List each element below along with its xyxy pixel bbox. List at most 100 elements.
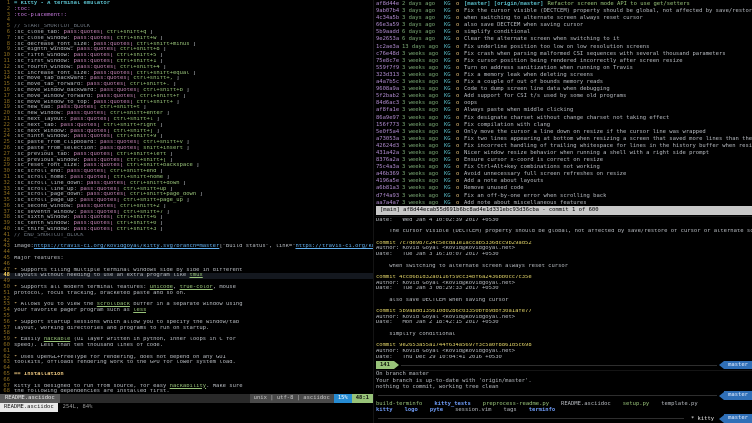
commit-row[interactable]: 9e2653a6 days agoKGoClear the alternate … <box>376 36 752 43</box>
commit-row[interactable]: af8fa1e3 weeks agoKGoAlways paste when m… <box>376 107 752 114</box>
shell-window[interactable]: On branch masterYour branch is up-to-dat… <box>376 370 752 423</box>
commit-row[interactable]: 84d6ac33 weeks agoKGooops <box>376 100 752 107</box>
graph-node-icon: o <box>456 36 464 43</box>
commit-age: 3 weeks ago <box>402 115 444 122</box>
commit-age: 6 days ago <box>402 36 444 43</box>
commit-subject: Fix Ctrl+Alt+key combinations not workin… <box>464 164 600 171</box>
commit-age: 3 weeks ago <box>402 171 444 178</box>
commit-row[interactable]: 4c34a5b3 days agoKGowhen switching to al… <box>376 15 752 22</box>
statusline-fill <box>60 394 250 403</box>
line-text: :toc-placement!: <box>14 13 67 19</box>
commit-subject: Avoid unnecessary full screen refreshes … <box>464 171 626 178</box>
commit-age: 3 weeks ago <box>402 129 444 136</box>
commit-hash: 9608a9a <box>376 86 402 93</box>
prompt-ruler <box>378 395 717 396</box>
commit-row[interactable]: 5b9aadd6 days agoKGosimplify conditional <box>376 29 752 36</box>
commit-row[interactable]: 75e8c7e3 weeks agoKGoFix cursor position… <box>376 58 752 65</box>
commit-row[interactable]: a73053a3 weeks agoKGoFix two lines appea… <box>376 136 752 143</box>
graph-node-icon: o <box>456 29 464 36</box>
commit-hash: 5f2bab2 <box>376 93 402 100</box>
graph-node-icon: o <box>456 122 464 129</box>
commit-row[interactable]: 66e3a593 days agoKGoalso save DECTCEM wh… <box>376 22 752 29</box>
line-text: layouts without needing to use an extra … <box>14 273 203 279</box>
graph-node-icon: o <box>456 185 464 192</box>
commit-author: KG <box>444 185 456 192</box>
commit-author: KG <box>444 44 456 51</box>
commit-subject: Fix underline position too low on low re… <box>464 44 649 51</box>
commit-row[interactable]: 5f2bab23 weeks agoKGoAdd support for CSI… <box>376 93 752 100</box>
git-log-output: Date: Wed Jan 4 10:02:39 2017 +0530 The … <box>376 217 752 360</box>
vim-cmdline: README.asciidoc 254L, 84% <box>0 403 373 412</box>
commit-row[interactable]: a6b81a33 weeks agoKGoRemove unused code <box>376 185 752 192</box>
commit-hash: 9ab07b4 <box>376 8 402 15</box>
commit-hash: 1c2ae3a <box>376 44 402 51</box>
commit-author: KG <box>444 150 456 157</box>
commit-row[interactable]: 431a42a3 weeks agoKGoNicer window resize… <box>376 150 752 157</box>
commit-author: KG <box>444 193 456 200</box>
line-text: layout, working directories and programs… <box>14 326 209 332</box>
commit-author: KG <box>444 8 456 15</box>
commit-row[interactable]: d7f4a933 weeks agoKGoFix an off-by-one e… <box>376 193 752 200</box>
commit-row[interactable]: af8d44e2 days agoKGo[master] [origin/mas… <box>376 1 752 8</box>
commit-hash: 5b9aadd <box>376 29 402 36</box>
commit-row[interactable]: 9ab07b43 days agoKGoFix the cursor visib… <box>376 8 752 15</box>
line-text: image:https://travis-ci.org/kovidgoyal/k… <box>14 244 373 250</box>
commit-row[interactable]: 559f7f93 weeks agoKGoTurn on address san… <box>376 65 752 72</box>
commit-row[interactable]: c76e48d3 weeks agoKGoFix crash when pars… <box>376 51 752 58</box>
graph-node-icon: o <box>456 22 464 29</box>
commit-row[interactable]: 1c2ae3a13 days agoKGoFix underline posit… <box>376 44 752 51</box>
commit-row[interactable]: a4a7b5c3 weeks agoKGoFix a couple of out… <box>376 79 752 86</box>
graph-node-icon: o <box>456 164 464 171</box>
cmdline-file-info: 254L, 84% <box>58 403 93 412</box>
vim-window[interactable]: 1= kitty - A terminal emulator2:toc:3:to… <box>0 0 374 423</box>
commit-row[interactable]: 42624d33 weeks agoKGoFix incorrect handl… <box>376 143 752 150</box>
commit-subject: Fix the cursor visible (DECTCEM) propert… <box>464 8 752 15</box>
commit-hash: d7f4a93 <box>376 193 402 200</box>
git-log-window[interactable]: Date: Wed Jan 4 10:02:39 2017 +0530 The … <box>376 216 752 369</box>
status-line: On branch master <box>376 371 752 378</box>
graph-node-icon: o <box>456 115 464 122</box>
commit-age: 6 days ago <box>402 29 444 36</box>
commit-age: 3 days ago <box>402 22 444 29</box>
commit-age: 3 weeks ago <box>402 193 444 200</box>
statusline-filename: README.asciidoc <box>0 394 60 403</box>
commit-hash: 9e2653a <box>376 36 402 43</box>
commit-author: KG <box>444 100 456 107</box>
line-text: == Installation <box>14 372 64 378</box>
commit-age: 3 weeks ago <box>402 51 444 58</box>
commit-subject: Always paste when middle clicking <box>464 107 573 114</box>
graph-node-icon: o <box>456 65 464 72</box>
vim-statusline: README.asciidoc unix | utf-8 | asciidoc … <box>0 394 373 403</box>
commit-row[interactable]: 9608a9a3 weeks agoKGoCode to dump screen… <box>376 86 752 93</box>
file-name: logo <box>405 407 418 414</box>
commit-age: 3 weeks ago <box>402 58 444 65</box>
statusline-cursor-position: 48:1 <box>352 394 373 403</box>
commit-row[interactable]: 156f7733 weeks agoKGoFix compilation wit… <box>376 122 752 129</box>
commit-age: 3 weeks ago <box>402 185 444 192</box>
file-name: session.vim <box>455 407 491 414</box>
commit-subject: Only move the cursor a line down on resi… <box>464 129 706 136</box>
file-name: kitty_tests <box>434 401 470 408</box>
exit-code-badge: 141 <box>376 361 394 370</box>
file-name: terminfo <box>529 407 556 414</box>
commit-hash: 75c4a3a <box>376 164 402 171</box>
graph-node-icon: o <box>456 143 464 150</box>
editor-buffer[interactable]: 1= kitty - A terminal emulator2:toc:3:to… <box>0 0 373 394</box>
commit-row[interactable]: 4196a5e3 weeks agoKGoAdd a note about la… <box>376 178 752 185</box>
file-name: kitty <box>376 407 393 414</box>
commit-hash: 75e8c7e <box>376 58 402 65</box>
line-text: toolkits, offloads rendering work to the… <box>14 360 236 366</box>
commit-row[interactable]: 323d3133 weeks agoKGoFix a memory leak w… <box>376 72 752 79</box>
tig-window[interactable]: af8d44e2 days agoKGo[master] [origin/mas… <box>376 0 752 215</box>
graph-node-icon: o <box>456 129 464 136</box>
commit-age: 3 days ago <box>402 15 444 22</box>
commit-row[interactable]: 5e0f5a43 weeks agoKGoOnly move the curso… <box>376 129 752 136</box>
graph-node-icon: o <box>456 44 464 51</box>
graph-node-icon: o <box>456 1 464 8</box>
commit-row[interactable]: 86a9e973 weeks agoKGoFix designate chars… <box>376 115 752 122</box>
commit-row[interactable]: a46b3693 weeks agoKGoAvoid unnecessary f… <box>376 171 752 178</box>
commit-age: 3 weeks ago <box>402 65 444 72</box>
ls-output: build-terminfokitty_testspreprocess-read… <box>376 401 752 414</box>
commit-row[interactable]: 8376a2a3 weeks agoKGoEnsure cursor x-coo… <box>376 157 752 164</box>
commit-row[interactable]: 75c4a3a3 weeks agoKGoFix Ctrl+Alt+key co… <box>376 164 752 171</box>
